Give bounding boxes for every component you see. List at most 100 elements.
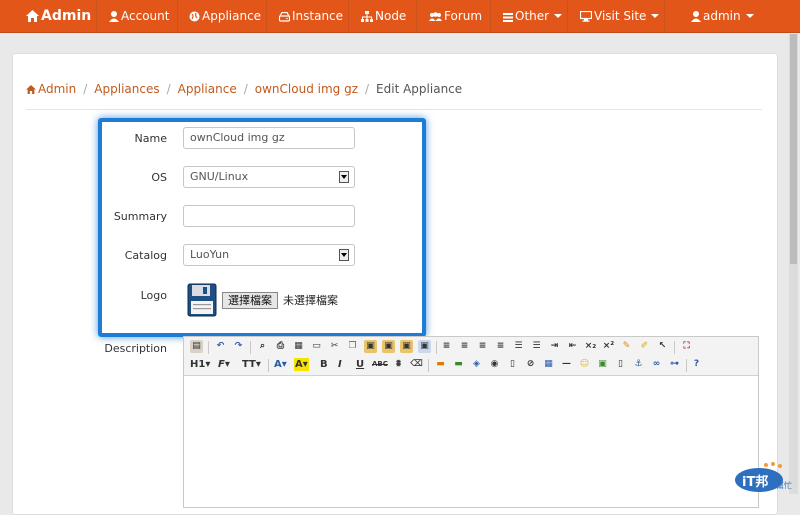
toolbar-separator bbox=[250, 341, 251, 354]
align-justify-icon[interactable]: ≡ bbox=[494, 340, 507, 353]
nav-forum-label: Forum bbox=[444, 9, 483, 23]
line-height-icon[interactable]: ⩩ bbox=[392, 358, 405, 371]
italic-button[interactable]: I bbox=[338, 358, 342, 371]
heading-dropdown[interactable]: H1▾ bbox=[190, 358, 210, 371]
nav-appliance-label: Appliance bbox=[202, 9, 262, 23]
breadcrumb-appliance[interactable]: Appliance bbox=[178, 82, 237, 96]
os-select-value: GNU/Linux bbox=[190, 170, 249, 183]
select-all-icon[interactable]: ↖ bbox=[656, 340, 669, 353]
choose-file-button[interactable]: 選擇檔案 bbox=[222, 292, 278, 309]
nav-instance[interactable]: Instance bbox=[267, 0, 349, 32]
breadcrumb-current: Edit Appliance bbox=[376, 82, 463, 96]
page-break-icon[interactable]: ▯ bbox=[614, 358, 627, 371]
align-left-icon[interactable]: ≡ bbox=[440, 340, 453, 353]
page-scrollbar[interactable] bbox=[789, 34, 798, 494]
paste-word-icon[interactable]: ▣ bbox=[400, 340, 413, 353]
bold-button[interactable]: B bbox=[320, 358, 328, 371]
font-family-dropdown[interactable]: F▾ bbox=[218, 358, 230, 371]
strikethrough-button[interactable]: ABC bbox=[372, 358, 388, 371]
nav-other-dropdown[interactable]: Other bbox=[491, 0, 568, 32]
nav-visit-site-dropdown[interactable]: Visit Site bbox=[568, 0, 665, 32]
top-navbar: Admin Account Appliance Instance Node Fo… bbox=[0, 0, 800, 33]
os-select[interactable]: GNU/Linux bbox=[183, 166, 355, 188]
breadcrumb-admin[interactable]: Admin bbox=[38, 82, 76, 96]
remove-format-icon[interactable]: ⌫ bbox=[410, 358, 423, 371]
flash-icon[interactable]: ◈ bbox=[470, 358, 483, 371]
breadcrumb-appliances[interactable]: Appliances bbox=[94, 82, 159, 96]
align-right-icon[interactable]: ≡ bbox=[476, 340, 489, 353]
unordered-list-icon[interactable]: ☰ bbox=[530, 340, 543, 353]
superscript-icon[interactable]: ×² bbox=[602, 340, 615, 353]
image-icon[interactable]: ▬ bbox=[434, 358, 447, 371]
preview-icon[interactable]: ⌕ bbox=[256, 340, 269, 353]
nav-user-dropdown[interactable]: admin bbox=[665, 0, 800, 32]
cut-icon[interactable]: ✂ bbox=[328, 340, 341, 353]
toolbar-separator bbox=[436, 341, 437, 354]
toolbar-separator bbox=[268, 359, 269, 372]
ithome-watermark-logo: iT邦 幫忙 bbox=[735, 462, 792, 492]
hdd-icon bbox=[278, 11, 291, 22]
source-icon[interactable]: ▤ bbox=[190, 340, 203, 353]
underline-button[interactable]: U bbox=[356, 358, 364, 371]
ordered-list-icon[interactable]: ☰ bbox=[512, 340, 525, 353]
link-icon[interactable]: ∞ bbox=[650, 358, 663, 371]
breadcrumb-owncloud[interactable]: ownCloud img gz bbox=[255, 82, 358, 96]
template-icon[interactable]: ▦ bbox=[292, 340, 305, 353]
chevron-down-icon[interactable] bbox=[339, 171, 349, 183]
anchor-icon[interactable]: ⚓ bbox=[632, 358, 645, 371]
name-label: Name bbox=[134, 132, 167, 145]
quickformat-icon[interactable]: ✐ bbox=[638, 340, 651, 353]
outdent-icon[interactable]: ⇤ bbox=[566, 340, 579, 353]
nav-brand-admin[interactable]: Admin bbox=[26, 0, 96, 32]
font-color-dropdown[interactable]: A▾ bbox=[274, 358, 287, 371]
nav-account[interactable]: Account bbox=[96, 0, 178, 32]
emoticon-icon[interactable]: ☺ bbox=[578, 358, 591, 371]
description-editor[interactable]: ▤ ↶ ↷ ⌕ ⎙ ▦ ▭ ✂ ❐ ▣ ▣ ▣ ▣ ≡ ≡ ≡ ≡ ☰ ☰ ⇥ … bbox=[183, 336, 759, 508]
paste-icon[interactable]: ▣ bbox=[364, 340, 377, 353]
code-icon[interactable]: ▭ bbox=[310, 340, 323, 353]
description-label: Description bbox=[104, 342, 167, 355]
fullscreen-icon[interactable]: ⛶ bbox=[680, 340, 693, 353]
undo-icon[interactable]: ↶ bbox=[214, 340, 227, 353]
table-icon[interactable]: ▦ bbox=[542, 358, 555, 371]
breadcrumb-separator: / bbox=[243, 82, 248, 96]
nav-appliance[interactable]: Appliance bbox=[178, 0, 267, 32]
nav-brand-label: Admin bbox=[41, 8, 92, 24]
summary-input[interactable] bbox=[183, 205, 355, 227]
print-icon[interactable]: ⎙ bbox=[274, 340, 287, 353]
media-icon[interactable]: ◉ bbox=[488, 358, 501, 371]
chevron-down-icon[interactable] bbox=[339, 249, 349, 261]
attachment-icon[interactable]: ⊘ bbox=[524, 358, 537, 371]
insert-file-icon[interactable]: ▯ bbox=[506, 358, 519, 371]
redo-icon[interactable]: ↷ bbox=[232, 340, 245, 353]
unlink-icon[interactable]: ⊶ bbox=[668, 358, 681, 371]
baidu-map-icon[interactable]: ▣ bbox=[596, 358, 609, 371]
help-icon[interactable]: ? bbox=[690, 358, 703, 371]
catalog-select-value: LuoYun bbox=[190, 248, 230, 261]
multi-image-icon[interactable]: ▬ bbox=[452, 358, 465, 371]
font-size-dropdown[interactable]: TT▾ bbox=[242, 358, 261, 371]
horizontal-rule-icon[interactable]: — bbox=[560, 358, 573, 371]
paste-image-icon[interactable]: ▣ bbox=[418, 340, 431, 353]
user-icon bbox=[691, 11, 701, 22]
nav-node-label: Node bbox=[375, 9, 407, 23]
heading-label: H1 bbox=[190, 359, 206, 370]
subscript-icon[interactable]: ×₂ bbox=[584, 340, 597, 353]
breadcrumb: Admin / Appliances / Appliance / ownCloud img … bbox=[26, 82, 462, 98]
toolbar-separator bbox=[208, 341, 209, 354]
group-icon bbox=[429, 12, 442, 21]
indent-icon[interactable]: ⇥ bbox=[548, 340, 561, 353]
align-center-icon[interactable]: ≡ bbox=[458, 340, 471, 353]
font-family-label: F bbox=[218, 359, 225, 370]
breadcrumb-separator: / bbox=[83, 82, 88, 96]
desktop-icon bbox=[579, 10, 593, 22]
nav-node[interactable]: Node bbox=[349, 0, 417, 32]
clear-format-icon[interactable]: ✎ bbox=[620, 340, 633, 353]
paste-text-icon[interactable]: ▣ bbox=[382, 340, 395, 353]
name-input[interactable]: ownCloud img gz bbox=[183, 127, 355, 149]
sitemap-icon bbox=[361, 11, 373, 22]
copy-icon[interactable]: ❐ bbox=[346, 340, 359, 353]
nav-forum[interactable]: Forum bbox=[417, 0, 491, 32]
catalog-select[interactable]: LuoYun bbox=[183, 244, 355, 266]
highlight-color-dropdown[interactable]: A▾ bbox=[294, 358, 309, 371]
